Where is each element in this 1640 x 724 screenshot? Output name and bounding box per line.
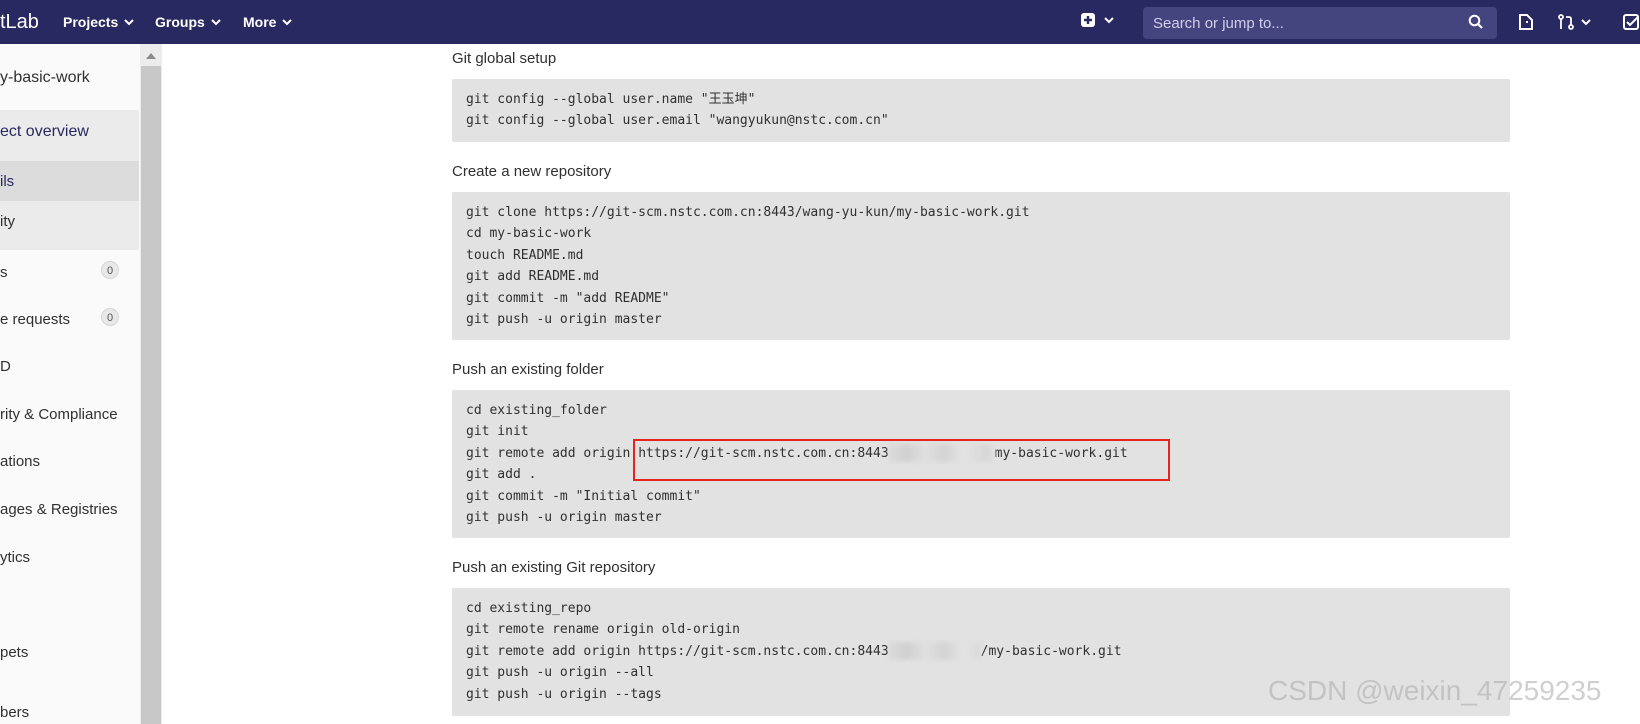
code-segment: git remote add origin https://git-scm.ns…	[466, 643, 889, 659]
code-block-existing-folder: cd existing_folder git init git remote a…	[452, 390, 1510, 538]
code-line-remote-add: git remote add origin https://git-scm.ns…	[466, 641, 1496, 662]
nav-more-label: More	[243, 14, 277, 30]
nav-groups-dropdown[interactable]: Groups	[155, 14, 221, 30]
scrollbar-thumb[interactable]	[141, 66, 161, 724]
code-segment-url-end: my-basic-work.git	[994, 445, 1128, 461]
code-line: git add README.md	[466, 269, 600, 285]
code-line: cd existing_folder	[466, 403, 607, 418]
sidebar-item-packages-registries[interactable]: ages & Registries	[0, 501, 139, 518]
sidebar-scrollbar[interactable]	[140, 44, 162, 724]
csdn-watermark: CSDN @weixin_47259235	[1268, 675, 1602, 706]
merge-requests-count-badge: 0	[101, 308, 119, 326]
issues-count-badge: 0	[101, 261, 119, 279]
section-title-global-setup: Git global setup	[452, 50, 557, 67]
chevron-down-icon	[1104, 17, 1114, 24]
code-line: git add .	[466, 467, 537, 483]
sidebar-item-cicd[interactable]: D	[0, 358, 139, 375]
scroll-up-arrow-icon[interactable]	[146, 52, 156, 60]
redacted-blur	[980, 444, 995, 463]
sidebar-item-activity[interactable]: ity	[0, 213, 139, 230]
issues-icon[interactable]	[1517, 13, 1535, 31]
project-sidebar: y-basic-work ect overview ils ity s 0 e …	[0, 44, 141, 724]
new-item-dropdown[interactable]	[1080, 12, 1114, 28]
code-line: git push -u origin master	[466, 509, 662, 525]
nav-projects-label: Projects	[63, 14, 119, 30]
code-line-remote-add: git remote add origin https://git-scm.ns…	[466, 443, 1496, 464]
merge-request-icon	[1558, 14, 1574, 30]
redacted-blur	[888, 642, 981, 661]
sidebar-item-details[interactable]: ils	[0, 173, 139, 190]
code-line: git push -u origin master	[466, 311, 662, 327]
sidebar-project-name[interactable]: y-basic-work	[0, 69, 90, 87]
gitlab-logo-text[interactable]: tLab	[0, 11, 39, 34]
sidebar-item-security-compliance[interactable]: rity & Compliance	[0, 406, 139, 423]
section-title-new-repository: Create a new repository	[452, 163, 612, 180]
code-line: git config --global user.name "王玉坤"	[466, 92, 756, 107]
section-title-existing-folder: Push an existing folder	[452, 361, 604, 378]
code-line: touch README.md	[466, 247, 584, 263]
code-segment-url: https://git-scm.nstc.com.cn:8443	[638, 445, 889, 461]
top-navbar: tLab Projects Groups More	[0, 0, 1640, 44]
code-segment-url-end: /my-basic-work.git	[980, 643, 1122, 659]
chevron-down-icon	[1581, 19, 1591, 26]
code-block-new-repository: git clone https://git-scm.nstc.com.cn:84…	[452, 192, 1510, 340]
nav-projects-dropdown[interactable]: Projects	[63, 14, 134, 30]
redacted-blur	[888, 444, 981, 463]
plus-square-icon	[1081, 13, 1095, 27]
code-line: cd my-basic-work	[466, 226, 592, 242]
chevron-down-icon	[282, 19, 293, 26]
chevron-down-icon	[211, 19, 221, 26]
code-line: git config --global user.email "wangyuku…	[466, 113, 889, 129]
code-segment: git remote add origin	[466, 445, 639, 461]
chevron-down-icon	[124, 19, 134, 26]
nav-groups-label: Groups	[155, 14, 205, 30]
code-line: git remote rename origin old-origin	[466, 622, 740, 638]
code-line: cd existing_repo	[466, 601, 592, 616]
search-icon[interactable]	[1468, 14, 1484, 30]
merge-requests-dropdown[interactable]	[1557, 13, 1591, 31]
sidebar-item-snippets[interactable]: pets	[0, 644, 139, 661]
sidebar-item-operations[interactable]: ations	[0, 453, 139, 470]
code-line: git commit -m "add README"	[466, 290, 670, 306]
code-block-global-setup: git config --global user.name "王玉坤" git …	[452, 79, 1510, 142]
todos-icon[interactable]	[1622, 13, 1640, 31]
code-line: git clone https://git-scm.nstc.com.cn:84…	[466, 205, 1030, 220]
code-line: git init	[466, 424, 529, 440]
search-input[interactable]	[1143, 7, 1497, 39]
sidebar-item-members[interactable]: bers	[0, 704, 139, 721]
code-line: git commit -m "Initial commit"	[466, 488, 701, 504]
sidebar-item-project-overview[interactable]: ect overview	[0, 123, 139, 141]
sidebar-item-analytics[interactable]: ytics	[0, 549, 139, 566]
section-title-existing-repo: Push an existing Git repository	[452, 559, 656, 576]
nav-more-dropdown[interactable]: More	[243, 14, 293, 30]
